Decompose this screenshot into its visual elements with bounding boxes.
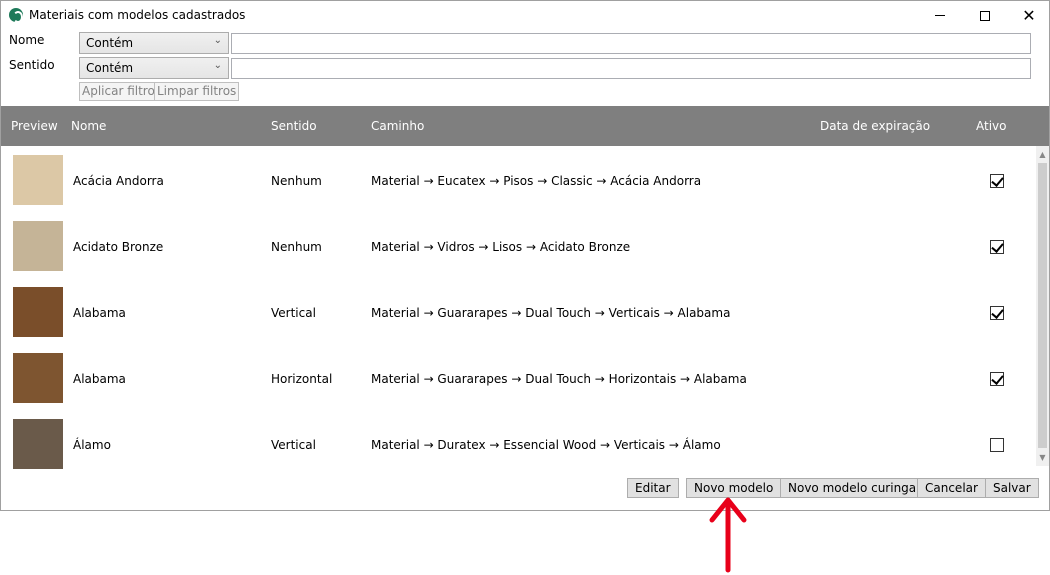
table-row[interactable]: Alabama Vertical Material → Guararapes →…	[1, 279, 1035, 345]
minimize-icon	[935, 15, 945, 16]
scroll-up-arrow-icon[interactable]: ▲	[1036, 148, 1049, 161]
edit-button[interactable]: Editar	[627, 478, 679, 498]
apply-filters-button[interactable]: Aplicar filtros	[79, 82, 165, 101]
row-sentido: Vertical	[271, 306, 316, 320]
row-caminho: Material → Duratex → Essencial Wood → Ve…	[371, 438, 721, 452]
nome-filter-operator[interactable]: Contém ⌄	[79, 32, 229, 54]
column-header-ativo[interactable]: Ativo	[976, 119, 1006, 133]
row-caminho: Material → Guararapes → Dual Touch → Ver…	[371, 306, 731, 320]
row-nome: Acácia Andorra	[73, 174, 164, 188]
app-logo-icon	[9, 8, 23, 23]
row-ativo-checkbox[interactable]	[990, 240, 1004, 254]
material-preview-image	[13, 419, 63, 469]
table-row[interactable]: Álamo Vertical Material → Duratex → Esse…	[1, 411, 1035, 477]
table-scrollbar[interactable]: ▲ ▼	[1036, 146, 1049, 466]
close-button[interactable]: ✕	[1006, 1, 1050, 30]
row-sentido: Horizontal	[271, 372, 333, 386]
row-nome: Álamo	[73, 438, 111, 452]
scrollbar-thumb[interactable]	[1038, 163, 1047, 448]
nome-filter-label: Nome	[9, 33, 45, 47]
annotation-arrow-icon	[709, 497, 747, 573]
maximize-icon	[980, 10, 990, 21]
materials-window: Materiais com modelos cadastrados ✕ Nome…	[0, 0, 1050, 511]
column-header-data-expiracao[interactable]: Data de expiração	[820, 119, 930, 133]
close-icon: ✕	[1022, 6, 1036, 25]
sentido-filter-operator[interactable]: Contém ⌄	[79, 57, 229, 79]
cancel-button[interactable]: Cancelar	[917, 478, 986, 498]
column-header-preview[interactable]: Preview	[11, 119, 58, 133]
sentido-filter-label: Sentido	[9, 58, 55, 72]
table-row[interactable]: Acidato Bronze Nenhum Material → Vidros …	[1, 213, 1035, 279]
row-caminho: Material → Eucatex → Pisos → Classic → A…	[371, 174, 702, 188]
material-preview-image	[13, 221, 63, 271]
row-caminho: Material → Guararapes → Dual Touch → Hor…	[371, 372, 747, 386]
column-header-caminho[interactable]: Caminho	[371, 119, 424, 133]
nome-filter-operator-value: Contém	[86, 36, 134, 50]
scroll-down-arrow-icon[interactable]: ▼	[1036, 451, 1049, 464]
material-preview-image	[13, 353, 63, 403]
table-row[interactable]: Alabama Horizontal Material → Guararapes…	[1, 345, 1035, 411]
row-sentido: Nenhum	[271, 240, 322, 254]
save-button[interactable]: Salvar	[985, 478, 1039, 498]
chevron-down-icon: ⌄	[213, 60, 222, 71]
row-ativo-checkbox[interactable]	[990, 438, 1004, 452]
new-wildcard-model-button[interactable]: Novo modelo curinga	[780, 478, 925, 498]
row-nome: Alabama	[73, 306, 126, 320]
row-ativo-checkbox[interactable]	[990, 306, 1004, 320]
sentido-filter-operator-value: Contém	[86, 61, 134, 75]
table-header: Preview Nome Sentido Caminho Data de exp…	[1, 106, 1049, 146]
row-caminho: Material → Vidros → Lisos → Acidato Bron…	[371, 240, 631, 254]
column-header-nome[interactable]: Nome	[71, 119, 106, 133]
row-nome: Alabama	[73, 372, 126, 386]
table-row[interactable]: Acácia Andorra Nenhum Material → Eucatex…	[1, 147, 1035, 213]
maximize-button[interactable]	[962, 1, 1008, 30]
minimize-button[interactable]	[917, 1, 963, 30]
material-preview-image	[13, 287, 63, 337]
nome-filter-input[interactable]	[231, 33, 1031, 54]
row-sentido: Vertical	[271, 438, 316, 452]
row-nome: Acidato Bronze	[73, 240, 164, 254]
row-ativo-checkbox[interactable]	[990, 174, 1004, 188]
title-bar: Materiais com modelos cadastrados ✕	[1, 1, 1049, 30]
column-header-sentido[interactable]: Sentido	[271, 119, 317, 133]
row-sentido: Nenhum	[271, 174, 322, 188]
row-ativo-checkbox[interactable]	[990, 372, 1004, 386]
clear-filters-button[interactable]: Limpar filtros	[154, 82, 240, 101]
material-preview-image	[13, 155, 63, 205]
chevron-down-icon: ⌄	[213, 35, 222, 46]
window-title: Materiais com modelos cadastrados	[29, 8, 246, 22]
sentido-filter-input[interactable]	[231, 58, 1031, 79]
